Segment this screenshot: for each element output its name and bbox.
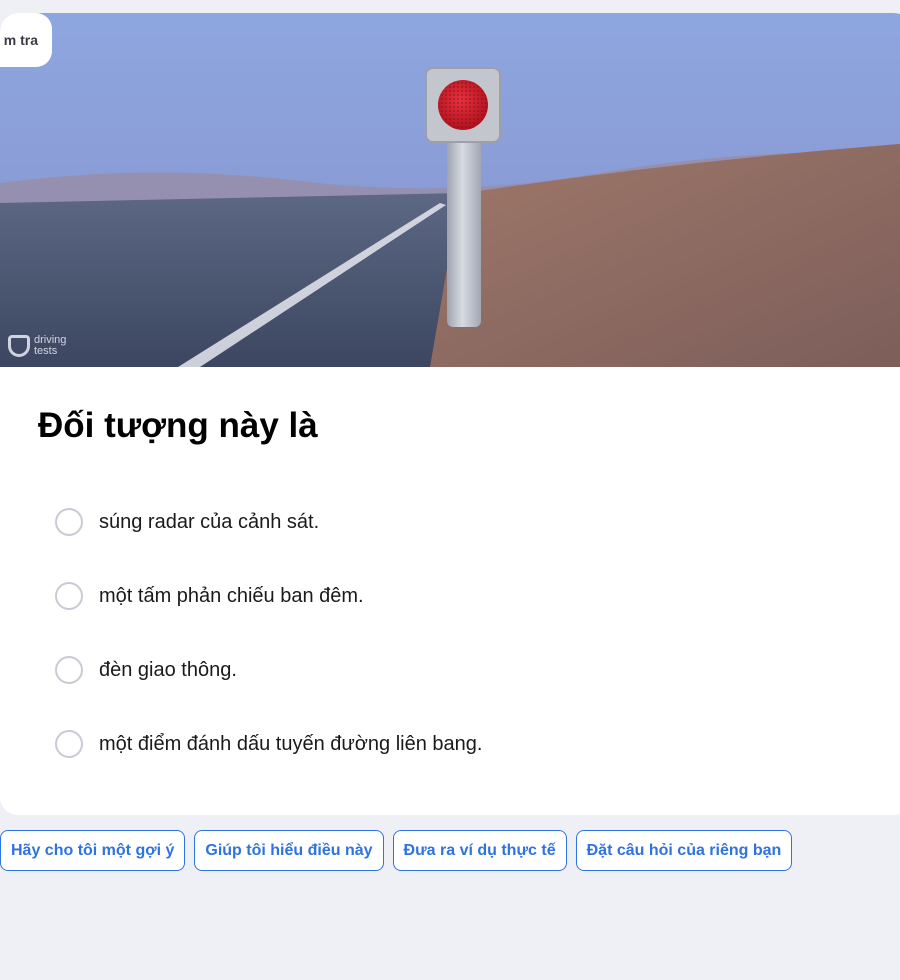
radio-button[interactable] (55, 730, 83, 758)
answer-option-label: súng radar của cảnh sát. (99, 510, 320, 533)
answer-option-label: một điểm đánh dấu tuyến đường liên bang. (99, 732, 483, 755)
hint-button[interactable]: Hãy cho tôi một gợi ý (0, 830, 186, 871)
radio-button[interactable] (55, 656, 83, 684)
answer-option-label: đèn giao thông. (99, 658, 237, 681)
ask-own-question-button[interactable]: Đặt câu hỏi của riêng bạn (575, 830, 793, 871)
watermark-text-line2: tests (34, 345, 58, 357)
driving-tests-logo-icon (8, 335, 30, 357)
answer-option[interactable]: súng radar của cảnh sát. (55, 507, 482, 537)
question-card: driving tests m tra Đối tượng này là sún… (0, 13, 900, 815)
answer-option[interactable]: đèn giao thông. (55, 655, 482, 685)
answer-option-label: một tấm phản chiếu ban đêm. (99, 584, 364, 607)
radio-button[interactable] (55, 582, 83, 610)
test-badge-label: m tra (3, 32, 38, 48)
question-image: driving tests (0, 13, 900, 367)
watermark-logo: driving tests (8, 335, 66, 357)
answer-option[interactable]: một điểm đánh dấu tuyến đường liên bang. (55, 729, 482, 759)
real-example-button[interactable]: Đưa ra ví dụ thực tế (392, 830, 567, 871)
test-badge: m tra (0, 13, 52, 67)
radio-button[interactable] (55, 508, 83, 536)
explain-button[interactable]: Giúp tôi hiểu điều này (194, 830, 384, 871)
question-title: Đối tượng này là (38, 406, 318, 445)
suggestion-chips: Hãy cho tôi một gợi ý Giúp tôi hiểu điều… (0, 830, 793, 871)
answer-option[interactable]: một tấm phản chiếu ban đêm. (55, 581, 482, 611)
answer-options: súng radar của cảnh sát. một tấm phản ch… (55, 507, 482, 803)
